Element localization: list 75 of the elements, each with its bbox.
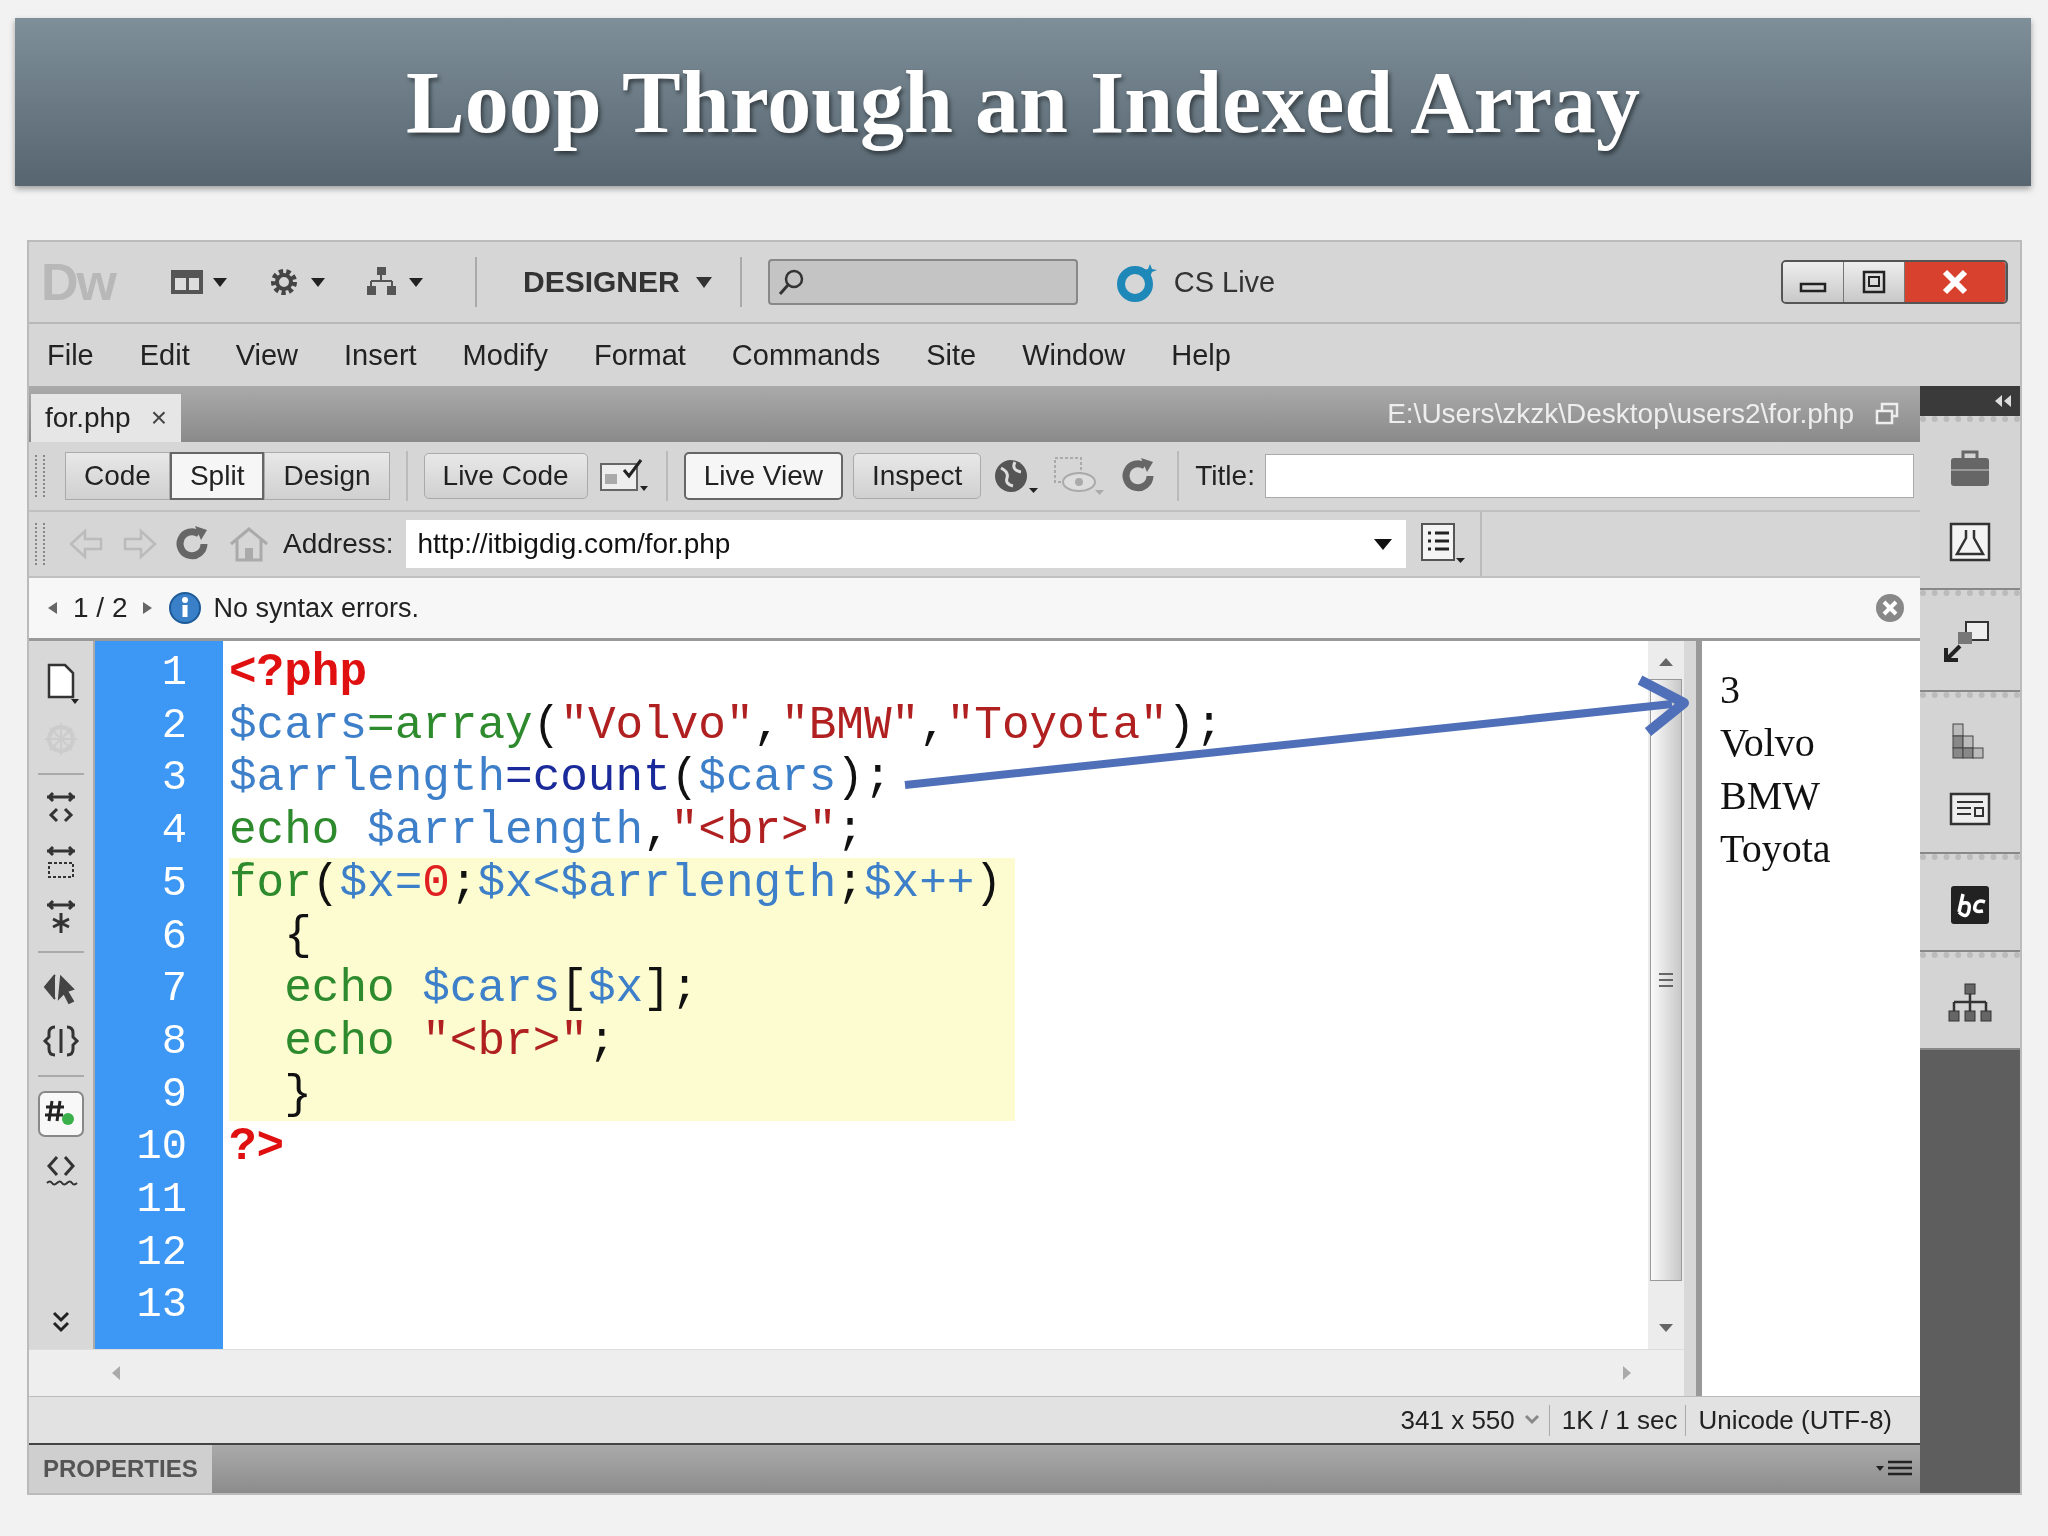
menu-item[interactable]: Help bbox=[1171, 338, 1231, 372]
maximize-icon[interactable] bbox=[1844, 262, 1905, 302]
menu-item[interactable]: Edit bbox=[139, 338, 190, 372]
line-number: 13 bbox=[136, 1280, 187, 1332]
menu-item[interactable]: Site bbox=[926, 338, 977, 372]
output-line: Toyota bbox=[1720, 825, 1832, 873]
menu-item[interactable]: File bbox=[47, 338, 94, 372]
output-line: Volvo bbox=[1720, 719, 1816, 767]
download-time: 1K / 1 sec bbox=[1548, 1404, 1678, 1436]
page-counter: 1 / 2 bbox=[73, 592, 128, 624]
line-number: 8 bbox=[161, 1016, 187, 1068]
restore-icon[interactable] bbox=[1874, 401, 1900, 427]
view-button[interactable]: Design bbox=[264, 452, 390, 500]
toolbar-grip[interactable] bbox=[35, 523, 45, 565]
slide-title: Loop Through an Indexed Array bbox=[406, 52, 1640, 153]
menu-item[interactable]: Commands bbox=[731, 338, 881, 372]
menu-item[interactable]: Format bbox=[594, 338, 686, 372]
info-icon bbox=[167, 590, 204, 626]
code-line: for($x=0;$x<$arrlength;$x++) bbox=[229, 857, 1002, 910]
line-number: 5 bbox=[161, 858, 187, 910]
line-number: 11 bbox=[136, 1175, 187, 1227]
syntax-message: No syntax errors. bbox=[213, 592, 420, 624]
file-path: E:\Users\zkzk\Desktop\users2\for.php bbox=[1387, 398, 1854, 430]
search-field[interactable] bbox=[767, 259, 1078, 305]
code-line: $arrlength=count($cars); bbox=[229, 752, 892, 805]
line-number: 12 bbox=[136, 1227, 187, 1279]
title-label: Title: bbox=[1195, 460, 1255, 492]
dismiss-icon[interactable] bbox=[1874, 592, 1906, 624]
code-line: <?php bbox=[229, 647, 368, 699]
title-field[interactable] bbox=[1264, 454, 1914, 498]
line-number: 7 bbox=[161, 964, 187, 1016]
line-number: 4 bbox=[161, 806, 187, 858]
code-line: } bbox=[283, 1068, 312, 1121]
caret-icon bbox=[693, 275, 714, 289]
caret-icon[interactable] bbox=[1522, 1413, 1541, 1427]
workspace-switcher[interactable]: DESIGNER bbox=[503, 265, 680, 299]
scroll-thumb[interactable] bbox=[1650, 679, 1682, 1281]
code-line: echo "<br>"; bbox=[283, 1015, 616, 1068]
document-tab[interactable]: for.php × bbox=[31, 394, 181, 442]
menu-item[interactable]: View bbox=[235, 338, 299, 372]
code-line: { bbox=[283, 910, 312, 963]
menu-item[interactable]: Modify bbox=[462, 338, 548, 372]
output-line: BMW bbox=[1720, 772, 1821, 820]
toolbar-grip[interactable] bbox=[35, 455, 45, 497]
address-field[interactable]: http://itbigdig.com/for.php bbox=[405, 520, 1406, 568]
grip-icon bbox=[1657, 970, 1675, 990]
line-number: 9 bbox=[161, 1069, 187, 1121]
window-size[interactable]: 341 x 550 bbox=[1400, 1404, 1515, 1436]
cs-live-label[interactable]: CS Live bbox=[1173, 265, 1276, 299]
menu-item[interactable]: Insert bbox=[344, 338, 417, 372]
live-button[interactable]: Live View bbox=[683, 452, 843, 500]
properties-tab[interactable]: PROPERTIES bbox=[29, 1445, 212, 1493]
tab-close[interactable]: × bbox=[150, 402, 167, 434]
line-number: 1 bbox=[161, 648, 187, 699]
code-line: $cars=array("Volvo","BMW","Toyota"); bbox=[229, 699, 1223, 752]
line-number: 10 bbox=[136, 1122, 187, 1174]
address-label: Address: bbox=[283, 528, 394, 560]
line-number: 3 bbox=[161, 753, 187, 805]
live-button[interactable]: Inspect bbox=[853, 453, 982, 499]
output-line: 3 bbox=[1720, 666, 1741, 714]
close-icon[interactable] bbox=[1905, 262, 2006, 302]
encoding: Unicode (UTF-8) bbox=[1685, 1404, 1892, 1436]
line-numbers-icon[interactable] bbox=[38, 1091, 84, 1137]
vertical-scrollbar[interactable] bbox=[1648, 641, 1684, 1349]
code-line: echo $cars[$x]; bbox=[283, 963, 699, 1016]
view-button[interactable]: Split bbox=[169, 452, 265, 500]
code-line: echo $arrlength,"<br>"; bbox=[229, 805, 864, 858]
line-number: 6 bbox=[161, 911, 187, 963]
code-line: ?> bbox=[229, 1121, 285, 1174]
live-code-button[interactable]: Live Code bbox=[423, 453, 588, 499]
menu-item[interactable]: Window bbox=[1022, 338, 1126, 372]
dropdown-icon[interactable] bbox=[1371, 537, 1394, 551]
line-number: 2 bbox=[161, 700, 187, 752]
minimize-icon[interactable] bbox=[1783, 262, 1844, 302]
view-button[interactable]: Code bbox=[65, 452, 170, 500]
